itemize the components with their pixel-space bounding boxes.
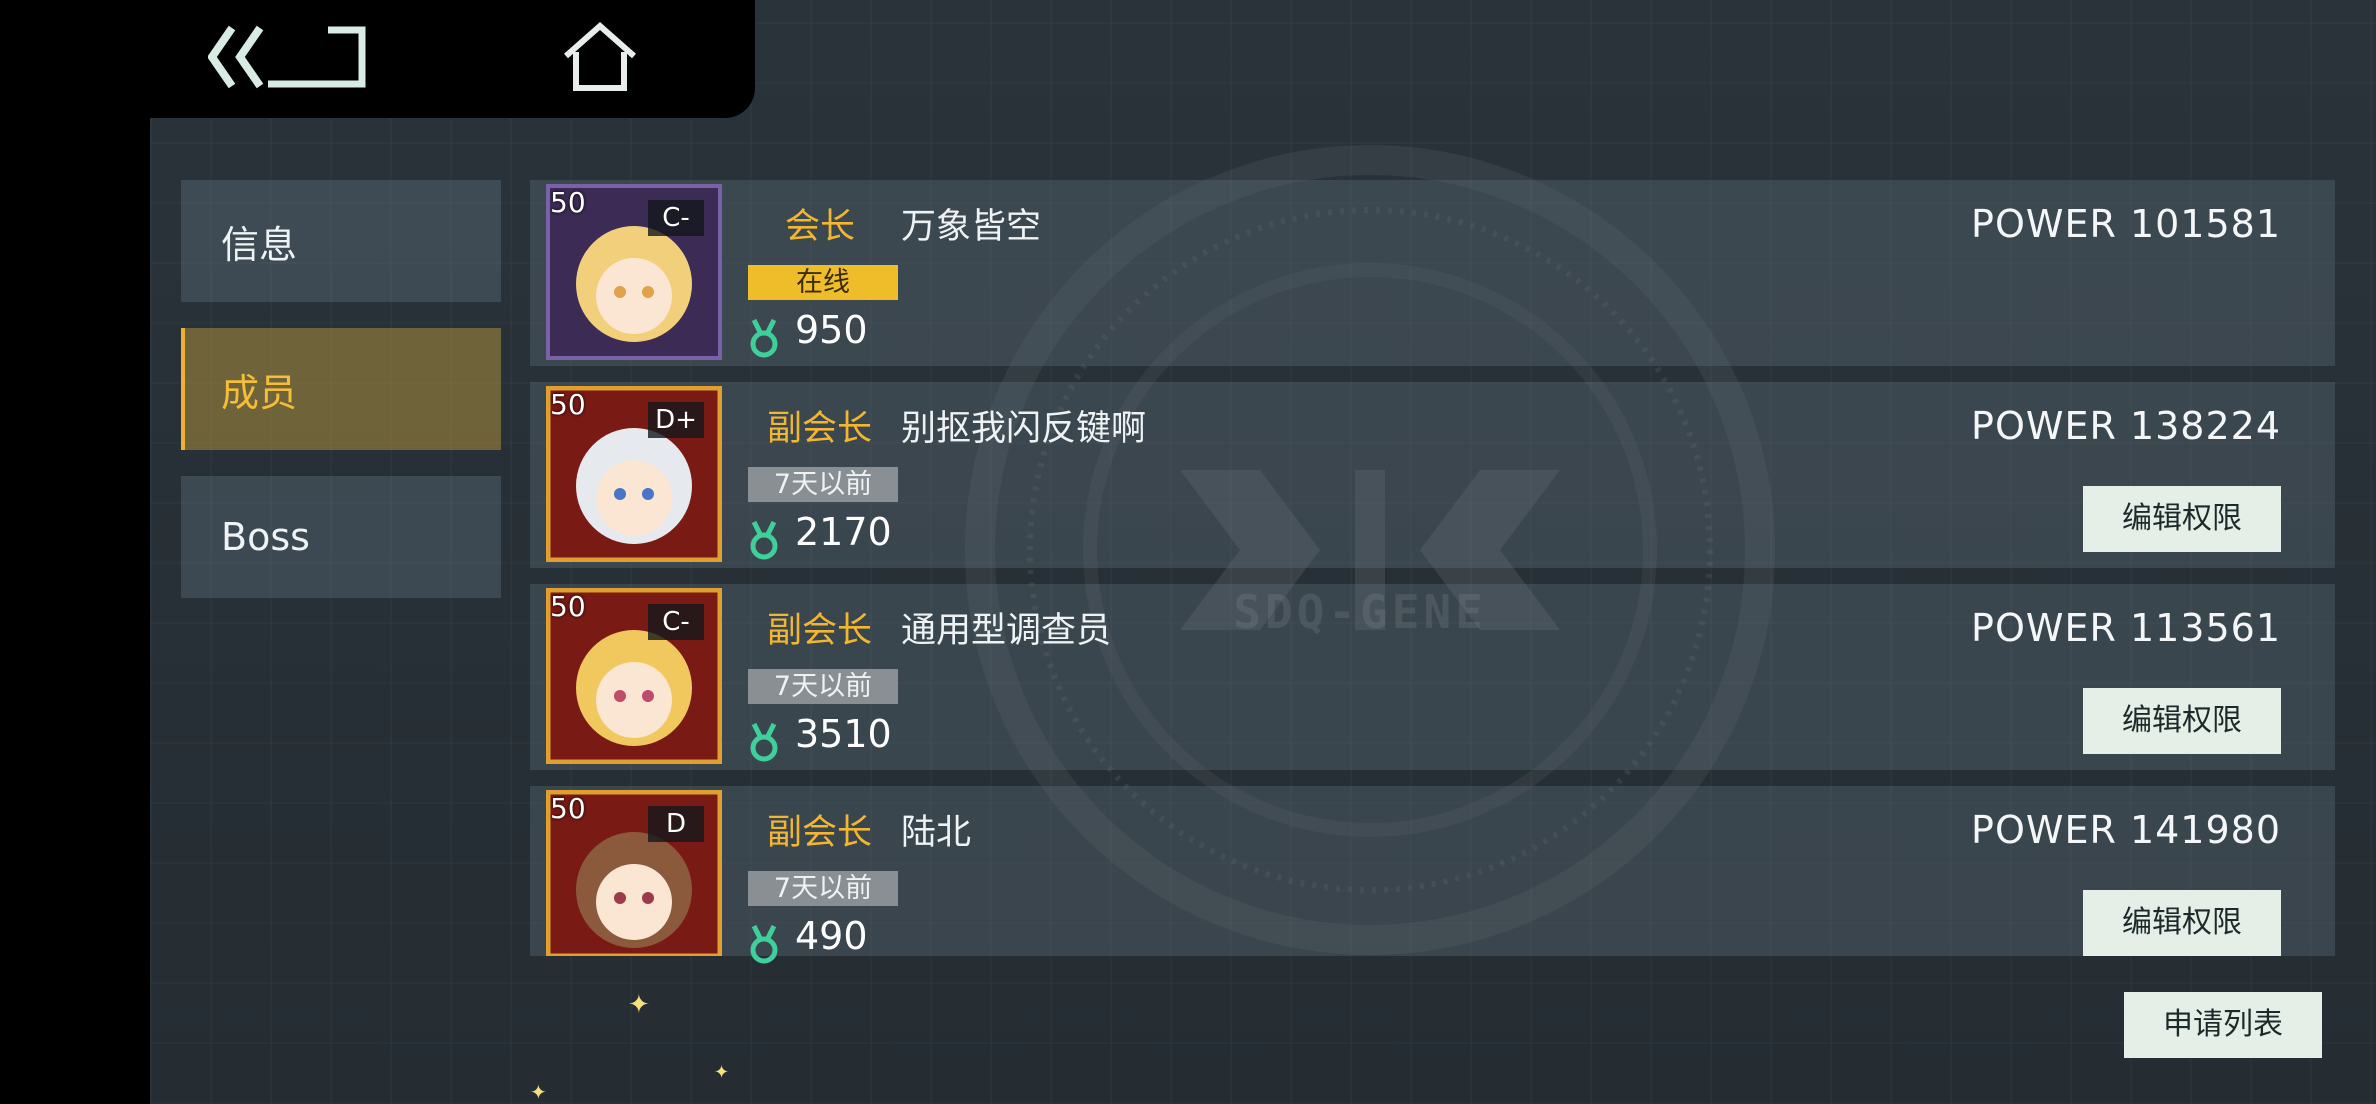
member-row[interactable]: 50 C- 副会长 通用型调查员 7天以前 3510 POWER 113561 … bbox=[530, 584, 2335, 770]
edit-permission-button[interactable]: 编辑权限 bbox=[2083, 486, 2281, 552]
contribution-points: 3510 bbox=[795, 712, 892, 756]
status-badge: 7天以前 bbox=[748, 467, 898, 502]
member-level: 50 bbox=[550, 186, 586, 219]
rank-badge: C- bbox=[648, 604, 704, 640]
contribution-points: 490 bbox=[795, 914, 868, 958]
member-role: 会长 bbox=[785, 207, 856, 247]
sparkle-icon: ✦ bbox=[530, 1080, 547, 1104]
member-level: 50 bbox=[550, 388, 586, 421]
member-role: 副会长 bbox=[767, 611, 873, 651]
rank-badge: D bbox=[648, 806, 704, 842]
medal-icon bbox=[750, 722, 778, 762]
nav-members[interactable]: 成员 bbox=[181, 328, 501, 450]
back-icon[interactable] bbox=[208, 24, 368, 90]
status-badge: 在线 bbox=[748, 265, 898, 300]
nav-info-label: 信息 bbox=[221, 222, 298, 267]
rank-badge: D+ bbox=[648, 402, 704, 438]
power-value: POWER 138224 bbox=[1971, 404, 2281, 448]
member-level: 50 bbox=[550, 590, 586, 623]
member-role: 副会长 bbox=[767, 409, 873, 449]
power-value: POWER 101581 bbox=[1971, 202, 2281, 246]
medal-icon bbox=[750, 520, 778, 560]
top-bar bbox=[0, 0, 755, 118]
member-row[interactable]: 50 C- 会长 万象皆空 在线 950 POWER 101581 bbox=[530, 180, 2335, 366]
member-row[interactable]: 50 D+ 副会长 别抠我闪反键啊 7天以前 2170 POWER 138224… bbox=[530, 382, 2335, 568]
member-role: 副会长 bbox=[767, 813, 873, 853]
edit-permission-button[interactable]: 编辑权限 bbox=[2083, 890, 2281, 956]
status-badge: 7天以前 bbox=[748, 669, 898, 704]
sparkle-icon: ✦ bbox=[628, 990, 650, 1020]
member-name: 通用型调查员 bbox=[901, 611, 1112, 651]
rank-badge: C- bbox=[648, 200, 704, 236]
power-value: POWER 141980 bbox=[1971, 808, 2281, 852]
member-name: 万象皆空 bbox=[901, 207, 1042, 247]
medal-icon bbox=[750, 318, 778, 358]
edit-permission-button[interactable]: 编辑权限 bbox=[2083, 688, 2281, 754]
member-level: 50 bbox=[550, 792, 586, 825]
member-name: 别抠我闪反键啊 bbox=[901, 409, 1147, 449]
nav-boss[interactable]: Boss bbox=[181, 476, 501, 598]
member-name: 陆北 bbox=[901, 813, 972, 853]
sparkle-icon: ✦ bbox=[714, 1062, 730, 1083]
nav-info[interactable]: 信息 bbox=[181, 180, 501, 302]
nav-boss-label: Boss bbox=[221, 515, 310, 559]
power-value: POWER 113561 bbox=[1971, 606, 2281, 650]
contribution-points: 950 bbox=[795, 308, 868, 352]
nav-members-label: 成员 bbox=[221, 370, 298, 415]
medal-icon bbox=[750, 924, 778, 964]
home-icon[interactable] bbox=[562, 22, 638, 92]
contribution-points: 2170 bbox=[795, 510, 892, 554]
status-badge: 7天以前 bbox=[748, 871, 898, 906]
apply-list-button[interactable]: 申请列表 bbox=[2124, 992, 2322, 1058]
member-row[interactable]: 50 D 副会长 陆北 7天以前 490 POWER 141980 编辑权限 bbox=[530, 786, 2335, 964]
